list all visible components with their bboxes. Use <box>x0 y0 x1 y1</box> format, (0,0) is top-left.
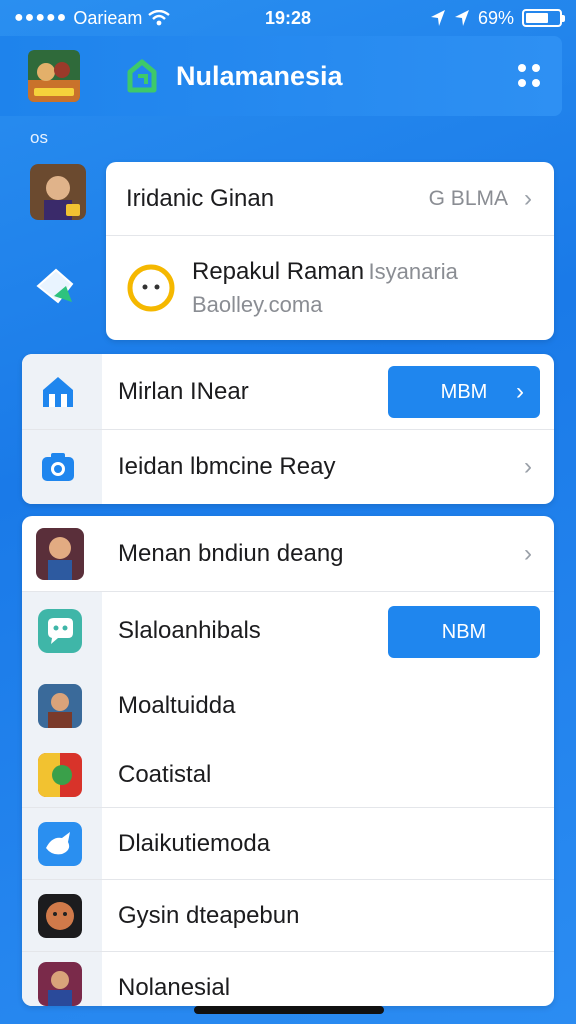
group-2-row[interactable]: Menan bndiun deang › <box>22 516 554 592</box>
warrior-thumbnail-icon <box>38 684 82 728</box>
chat-icon <box>38 609 82 653</box>
status-bar: ●●●●● Oarieam 19:28 69% <box>0 0 576 36</box>
group-1-row-label: Ieidan lbmcine Reay <box>118 453 336 480</box>
group-2-row-label: Dlaikutiemoda <box>118 829 271 857</box>
group-2-row-label: Moaltuidda <box>118 692 236 719</box>
settings-group-1: Mirlan INear MBM › Ieidan lbmcine Reay › <box>22 354 554 504</box>
battery-icon <box>522 9 565 27</box>
group-2-row-label: Nolanesial <box>118 974 231 1001</box>
game-thumbnail-icon[interactable] <box>28 50 80 102</box>
camera-icon <box>42 453 74 481</box>
group-1-action-label: MBM <box>440 380 488 403</box>
group-2-row[interactable]: Nolanesial <box>22 952 554 1006</box>
group-2-row[interactable]: Coatistal <box>22 742 554 808</box>
chevron-right-icon: › <box>524 539 532 567</box>
group-2-row[interactable]: Dlaikutiemoda <box>22 808 554 880</box>
settings-group-2: Menan bndiun deang › Slaloanhibals NBM M… <box>22 516 554 1006</box>
popup-row[interactable]: Iridanic Ginan G BLMA › <box>106 162 554 236</box>
app-title: Nulamanesia <box>176 60 343 91</box>
carrier-label: Oarieam <box>73 7 143 28</box>
battery-percent: 69% <box>477 7 514 28</box>
game-thumbnail-icon <box>38 752 82 797</box>
group-2-row[interactable]: Gysin dteapebun <box>22 880 554 952</box>
group-2-row-label: Coatistal <box>118 760 212 788</box>
popup-account-title: Repakul Raman <box>192 258 365 285</box>
group-2-row-label: Gysin dteapebun <box>118 901 300 929</box>
group-2-row-label: Menan bndiun deang <box>118 539 344 567</box>
tag-icon[interactable] <box>32 262 82 312</box>
group-1-row-label: Mirlan INear <box>118 377 249 405</box>
popup-account-title-extra: Isyanaria <box>368 259 458 284</box>
home-icon <box>43 376 73 407</box>
group-1-action-button[interactable]: MBM › <box>388 366 540 418</box>
group-1-row[interactable]: Ieidan lbmcine Reay › <box>22 430 554 504</box>
home-indicator[interactable] <box>194 1006 384 1014</box>
app-header: Nulamanesia <box>0 36 562 116</box>
face-avatar-icon <box>38 893 82 938</box>
group-2-row[interactable]: Slaloanhibals NBM <box>22 592 554 670</box>
grid-menu-icon[interactable] <box>518 64 542 88</box>
smile-icon <box>127 264 175 312</box>
chevron-right-icon: › <box>524 184 532 212</box>
section-label: os <box>30 128 48 147</box>
popup-row-value: G BLMA <box>428 186 508 210</box>
popup-account-row[interactable]: Repakul Raman Isyanaria Baolley.coma <box>106 236 554 340</box>
chevron-right-icon: › <box>524 453 532 480</box>
popup-row-label: Iridanic Ginan <box>126 184 275 212</box>
character-thumbnail-icon <box>36 527 84 580</box>
group-2-row-label: Slaloanhibals <box>118 617 261 644</box>
location-icon-2 <box>454 10 469 26</box>
hero-thumbnail-icon <box>38 962 82 1006</box>
group-2-action-label: NBM <box>441 620 487 643</box>
popup-account-sub: Baolley.coma <box>192 292 323 317</box>
location-icon <box>430 10 445 26</box>
group-2-row[interactable]: Moaltuidda <box>22 670 554 742</box>
popup-card: Iridanic Ginan G BLMA › Repakul Raman Is… <box>106 162 554 340</box>
wifi-icon <box>148 10 171 26</box>
bird-icon <box>38 821 82 866</box>
group-2-action-button[interactable]: NBM <box>388 606 540 658</box>
group-1-row[interactable]: Mirlan INear MBM › <box>22 354 554 430</box>
chevron-right-icon: › <box>516 378 524 405</box>
brand-logo-icon <box>127 59 157 93</box>
avatar-thumbnail-icon[interactable] <box>30 164 86 220</box>
signal-dots-icon: ●●●●● <box>14 9 68 26</box>
